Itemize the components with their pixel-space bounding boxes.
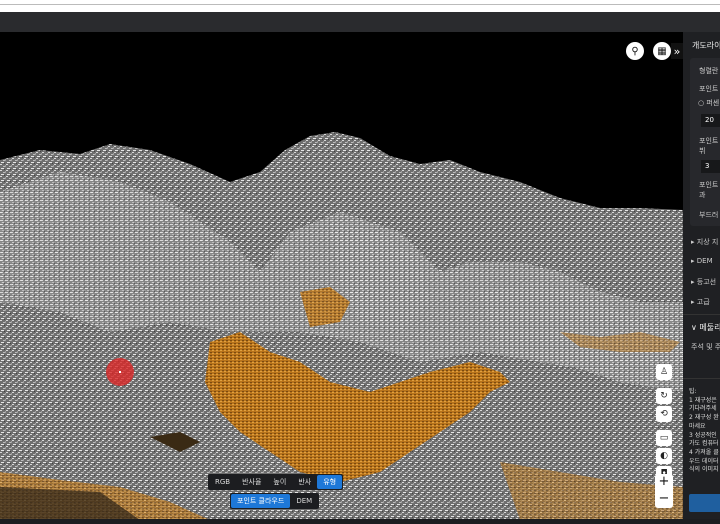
panel-title: 개도라이 <box>692 41 720 50</box>
point-size-label: 포인트 <box>699 137 719 145</box>
point-label: 포인트 <box>699 85 719 93</box>
mode-rgb-button[interactable]: RGB <box>209 475 236 489</box>
side-panel: 개도라이 형렬란 포인트 ○ 퍼센 20 포인트 뷔 3 포인트 과 부드러 ▸… <box>683 32 720 520</box>
fullscreen-icon[interactable]: ▭ <box>656 430 672 446</box>
divider <box>683 314 720 315</box>
radio-circle-icon: ○ <box>698 99 705 107</box>
tips-text: 팁: 1 재구성은 기다려주세 2 재구성 완 마세요 3 성공적인 가도 컴퓨… <box>689 388 719 474</box>
expand-panel-button[interactable]: » <box>671 43 683 59</box>
app-top-bar <box>0 12 720 32</box>
bottom-strip <box>0 519 720 524</box>
percent-radio[interactable]: ○ 퍼센 <box>698 98 719 108</box>
mode-reflect-button[interactable]: 반사 <box>292 475 317 489</box>
point-settings-card: 형렬란 포인트 ○ 퍼센 20 포인트 뷔 3 포인트 과 부드러 <box>690 58 720 226</box>
render-mode-switch: 포인트 클라우드 DEM <box>230 493 320 509</box>
rotate-icon[interactable]: ⟲ <box>656 406 672 422</box>
person-icon[interactable]: ♙ <box>656 364 672 380</box>
point-opt-label: 포인트 <box>699 181 719 189</box>
smooth-label: 부드러 <box>699 211 719 219</box>
mode-dem-button[interactable]: DEM <box>290 494 318 508</box>
mode-point-cloud-button[interactable]: 포인트 클라우드 <box>231 494 291 508</box>
point-percent-input[interactable]: 20 <box>701 114 720 127</box>
point-size-input[interactable]: 3 <box>701 160 720 173</box>
mode-height-button[interactable]: 높이 <box>267 475 292 489</box>
mode-reflectance-button[interactable]: 반사율 <box>236 475 267 489</box>
orbit-icon[interactable]: ↻ <box>656 388 672 404</box>
terrain-point-cloud <box>0 132 683 520</box>
section-dem[interactable]: ▸ DEM <box>691 257 713 265</box>
zoom-out-button[interactable]: − <box>659 491 670 508</box>
section-ground[interactable]: ▸ 지상 지 <box>691 237 718 247</box>
mode-type-button[interactable]: 유형 <box>317 475 343 489</box>
point-size-label-2: 뷔 <box>699 147 706 155</box>
primary-action-button[interactable] <box>689 494 720 512</box>
viewer-side-tools: ♙ ↻ ⟲ ▭ ◐ ◘ <box>656 364 674 484</box>
annotation-text: 주석 및 주 <box>691 343 720 351</box>
section-contour[interactable]: ▸ 등고선 <box>691 277 716 287</box>
layers-icon[interactable]: ▦ <box>653 42 671 60</box>
section-annotation[interactable]: ∨ 메둘리 <box>691 322 720 333</box>
browser-top-edge <box>0 0 720 12</box>
filter-icon[interactable]: ⚲ <box>626 42 644 60</box>
cursor-highlight <box>106 358 134 386</box>
zoom-in-button[interactable]: + <box>659 474 670 491</box>
shading-icon[interactable]: ◐ <box>656 448 672 464</box>
section-advanced[interactable]: ▸ 고급 <box>691 297 710 307</box>
percent-radio-label: 퍼센 <box>706 99 720 107</box>
card-label: 형렬란 <box>699 67 719 75</box>
zoom-control: + − <box>655 474 673 508</box>
point-cloud-viewport[interactable] <box>0 32 683 520</box>
color-mode-switch: RGB 반사율 높이 반사 유형 <box>208 474 344 490</box>
point-opt-label-2: 과 <box>699 191 706 199</box>
divider <box>683 378 720 379</box>
